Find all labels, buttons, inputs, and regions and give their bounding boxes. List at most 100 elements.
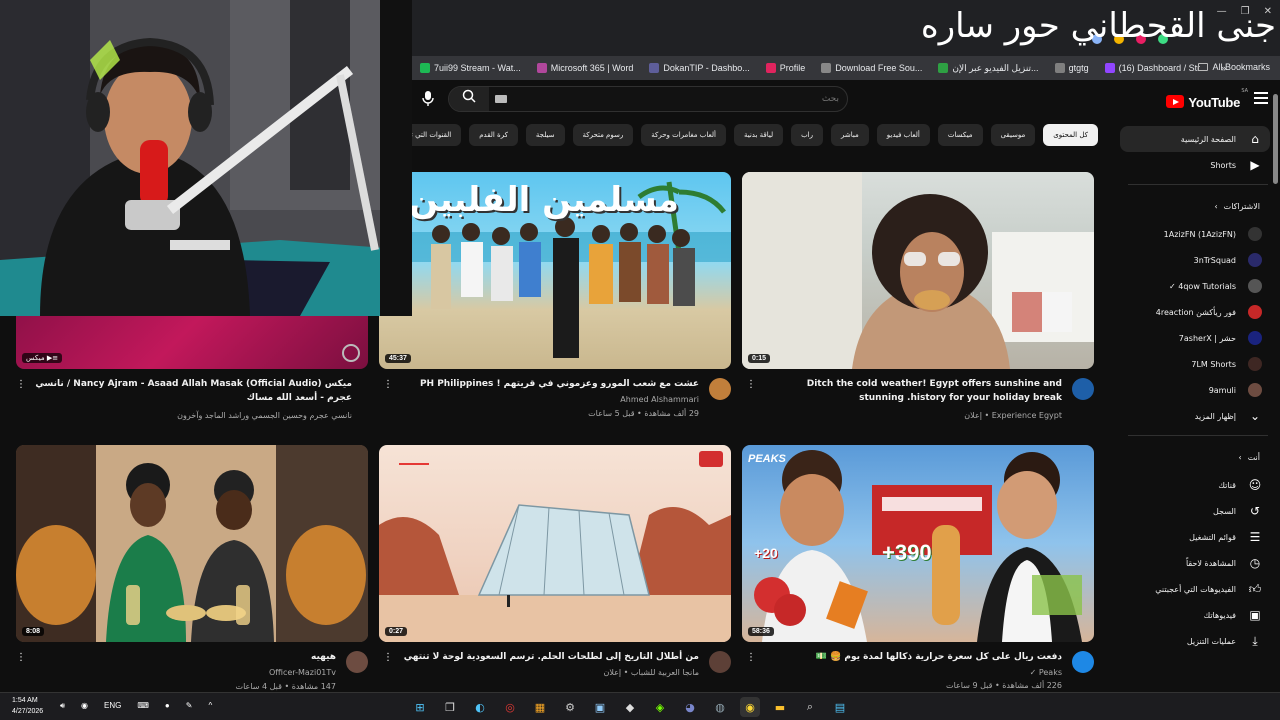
video-thumbnail[interactable]: PEAKS +20 +390 58:36	[742, 445, 1094, 642]
channel-name[interactable]: نانسي عجرم وحسين الجسمي وراشد الماجد وآخ…	[177, 409, 352, 422]
filter-chip[interactable]: كل المحتوى	[1043, 124, 1098, 146]
sidebar-item[interactable]: ▶ Shorts	[1120, 152, 1270, 178]
search-button[interactable]	[449, 87, 489, 111]
bookmark-item[interactable]: DokanTIP - Dashbo...	[641, 63, 757, 74]
sidebar-item[interactable]: ☺ قناتك	[1120, 472, 1270, 498]
menu-icon[interactable]	[1254, 92, 1268, 104]
sidebar-item[interactable]: ⤓ عمليات التنزيل	[1120, 628, 1270, 654]
chrome-icon[interactable]: ◉	[740, 697, 760, 717]
video-title[interactable]: من أطلال التاريخ إلى لطلحات الحلم. ترسم …	[399, 650, 699, 665]
pen-icon[interactable]: ✎	[186, 701, 193, 711]
search-input[interactable]	[499, 90, 839, 108]
video-title[interactable]: دفعت ريال على كل سعرة حرارية ذكالها لمدة…	[762, 650, 1062, 665]
keyboard-icon[interactable]: ⌨︎	[137, 701, 149, 711]
filter-chip[interactable]: لياقة بدنية	[733, 124, 784, 146]
video-title[interactable]: Ditch the cold weather! Egypt offers sun…	[762, 377, 1062, 407]
more-options-icon[interactable]: ⋮	[16, 651, 26, 665]
video-thumbnail[interactable]: 8:08	[16, 445, 368, 642]
scrollbar-thumb[interactable]	[1273, 94, 1278, 184]
microphone-icon[interactable]: ●	[165, 701, 170, 711]
filter-chip[interactable]: ألعاب فيديو	[876, 124, 930, 146]
sidebar-item[interactable]: ▣ فيديوهاتك	[1120, 602, 1270, 628]
video-card[interactable]: PEAKS +20 +390 58:36 دفعت ريال على كل سع…	[742, 445, 1094, 692]
channel-avatar[interactable]	[346, 651, 368, 673]
subscription-item[interactable]: 9amuli	[1120, 377, 1270, 403]
more-options-icon[interactable]: ⋮	[16, 378, 26, 392]
bookmark-item[interactable]: (16) Dashboard / Str...	[1097, 63, 1216, 74]
bookmark-item[interactable]: gtgtg	[1047, 63, 1097, 74]
channel-avatar[interactable]	[1072, 378, 1094, 400]
language-indicator[interactable]: ENG	[104, 701, 121, 711]
voice-search-icon[interactable]	[418, 90, 438, 110]
sidebar-item[interactable]: ◷ المشاهدة لاحقاً	[1120, 550, 1270, 576]
subscription-item[interactable]: حشر | 7asherX	[1120, 325, 1270, 351]
video-title[interactable]: هيهيه	[36, 650, 336, 665]
youtube-logo[interactable]: YouTube SA	[1166, 88, 1248, 111]
video-title[interactable]: عشت مع شعب المورو وعزموني في قريتهم ! PH…	[399, 377, 699, 392]
more-options-icon[interactable]: ⋮	[746, 651, 756, 665]
start-icon[interactable]: ⊞	[410, 697, 430, 717]
page-scrollbar[interactable]	[1272, 80, 1278, 680]
all-bookmarks-button[interactable]: All Bookmarks	[1198, 62, 1270, 72]
task-view-icon[interactable]: ❐	[440, 697, 460, 717]
settings-icon[interactable]: ⚙	[560, 697, 580, 717]
filter-chip[interactable]: ألعاب مغامرات وحركة	[641, 124, 726, 146]
channel-name[interactable]: مانجا العربية للشباب • إعلان	[603, 666, 699, 679]
filter-chip[interactable]: القنوات التي تم تحميلها مؤخراً	[412, 124, 462, 146]
subscription-item[interactable]: 7LM Shorts	[1120, 351, 1270, 377]
network-icon[interactable]: ◉	[81, 701, 88, 711]
bookmark-item[interactable]: Profile	[758, 63, 814, 74]
video-thumbnail[interactable]: 0:27	[379, 445, 731, 642]
subscription-item[interactable]: 1AzizFN (1AzizFN)	[1120, 221, 1270, 247]
channel-avatar[interactable]	[709, 651, 731, 673]
winrar-icon[interactable]: ▦	[530, 697, 550, 717]
sidebar-item[interactable]: ⌂ الصفحة الرئيسية	[1120, 126, 1270, 152]
channel-name[interactable]: Experience Egypt • إعلان	[964, 409, 1062, 422]
you-heading[interactable]: أنت ›	[1116, 442, 1280, 472]
channel-name[interactable]: Peaks ✓	[1030, 666, 1062, 679]
more-options-icon[interactable]: ⋮	[383, 651, 393, 665]
more-options-icon[interactable]: ⋮	[746, 378, 756, 392]
channel-avatar[interactable]	[1072, 651, 1094, 673]
store-icon[interactable]: ▤	[830, 697, 850, 717]
video-card[interactable]: 0:27 من أطلال التاريخ إلى لطلحات الحلم. …	[379, 445, 731, 692]
file-explorer-icon[interactable]: ▬	[770, 697, 790, 717]
filter-chip[interactable]: مباشر	[831, 124, 869, 146]
capcut-icon[interactable]: ◆	[620, 697, 640, 717]
edge-icon[interactable]: ◐	[470, 697, 490, 717]
channel-name[interactable]: Ahmed Alshammari	[620, 393, 699, 406]
obs-icon[interactable]: ◎	[500, 697, 520, 717]
search-icon[interactable]: ⌕	[800, 697, 820, 717]
bookmark-item[interactable]: تنزيل الفيديو عبر الإن...	[930, 63, 1046, 74]
channel-avatar[interactable]	[709, 378, 731, 400]
video-thumbnail[interactable]: 0:15	[742, 172, 1094, 369]
subscriptions-heading[interactable]: الاشتراكات ›	[1116, 191, 1280, 221]
video-thumbnail[interactable]: مسلمين الفلبين 45:37	[379, 172, 731, 369]
photos-icon[interactable]: ▣	[590, 697, 610, 717]
bookmark-item[interactable]: Microsoft 365 | Word	[529, 63, 642, 74]
show-more-button[interactable]: ⌄ إظهار المزيد	[1120, 403, 1270, 429]
more-options-icon[interactable]: ⋮	[383, 378, 393, 392]
sidebar-item[interactable]: ☰ قوائم التشغيل	[1120, 524, 1270, 550]
filter-chip[interactable]: موسيقى	[990, 124, 1036, 146]
filter-chip[interactable]: ميكسات	[937, 124, 983, 146]
bookmark-item[interactable]: Download Free Sou...	[813, 63, 930, 74]
filter-chip[interactable]: كرة القدم	[469, 124, 518, 146]
nvidia-icon[interactable]: ◈	[650, 697, 670, 717]
video-card[interactable]: 0:15 Ditch the cold weather! Egypt offer…	[742, 172, 1094, 422]
system-clock[interactable]: 1:54 AM 4/27/2026	[12, 695, 43, 717]
video-card[interactable]: 8:08 هيهيه Officer-Mazi01Tv 147 مشاهدة •…	[16, 445, 368, 692]
bookmark-item[interactable]: 7uii99 Stream - Wat...	[412, 63, 529, 74]
sidebar-item[interactable]: 👍︎ الفيديوهات التي أعجبتني	[1120, 576, 1270, 602]
channel-name[interactable]: Officer-Mazi01Tv	[269, 666, 336, 679]
filter-chip[interactable]: رسوم متحركة	[572, 124, 634, 146]
filter-chip[interactable]: راب	[791, 124, 824, 146]
subscription-item[interactable]: 4qow Tutorials ✓	[1120, 273, 1270, 299]
subscription-item[interactable]: 3nTrSquad	[1120, 247, 1270, 273]
discord-icon[interactable]: ◕	[680, 697, 700, 717]
tray-overflow-icon[interactable]: ^	[208, 701, 212, 711]
steam-icon[interactable]: ◍	[710, 697, 730, 717]
video-card[interactable]: مسلمين الفلبين 45:37 عشت مع شعب المورو و…	[379, 172, 731, 422]
video-title[interactable]: ميكس (Nancy Ajram - Asaad Allah Masak (O…	[22, 377, 352, 407]
volume-icon[interactable]: 🔊︎	[60, 701, 65, 711]
